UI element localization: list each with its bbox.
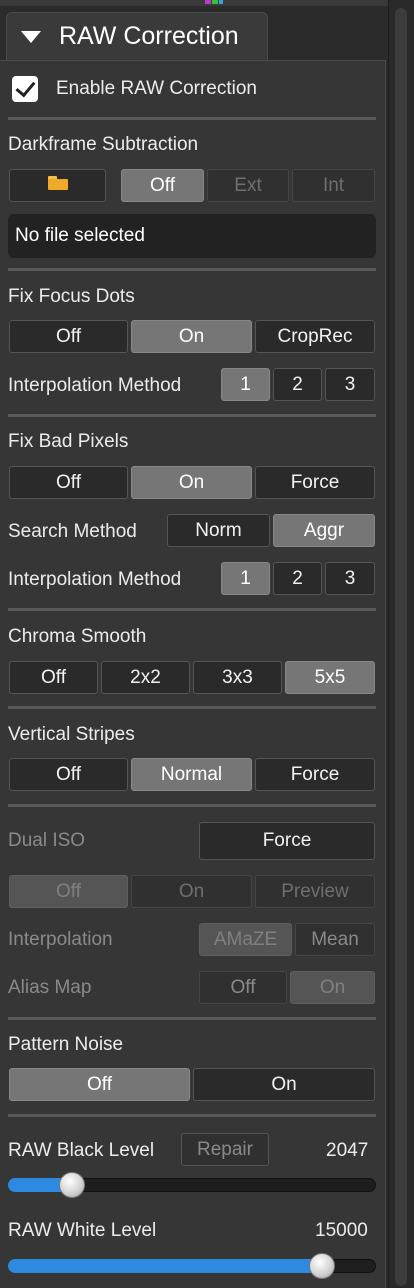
bad-pixels-interp-2-button[interactable]: 2 — [273, 562, 322, 595]
triangle-down-icon[interactable] — [21, 31, 41, 43]
focus-dots-off-button[interactable]: Off — [9, 320, 128, 353]
enable-raw-correction-checkbox[interactable] — [12, 76, 38, 102]
folder-icon — [48, 176, 68, 190]
separator — [8, 268, 376, 271]
separator — [8, 608, 376, 611]
separator — [8, 117, 376, 120]
chroma-off-button[interactable]: Off — [9, 661, 98, 694]
white-level-value: 15000 — [315, 1220, 368, 1241]
stripes-off-button[interactable]: Off — [9, 758, 128, 791]
alias-map-off-button[interactable]: Off — [199, 971, 287, 1004]
scrollbar[interactable] — [388, 0, 414, 1288]
focus-dots-interp-2-button[interactable]: 2 — [273, 368, 322, 401]
color-swatch — [205, 0, 211, 4]
bad-pixels-interp-label: Interpolation Method — [8, 569, 182, 590]
focus-dots-on-button[interactable]: On — [131, 320, 252, 353]
dual-iso-preview-button[interactable]: Preview — [255, 875, 375, 908]
checkmark-icon — [15, 76, 36, 98]
stripes-normal-button[interactable]: Normal — [131, 758, 252, 791]
vertical-stripes-title: Vertical Stripes — [8, 724, 135, 745]
chroma-5x5-button[interactable]: 5x5 — [285, 661, 375, 694]
color-swatch — [212, 0, 218, 4]
black-level-value: 2047 — [326, 1140, 369, 1161]
pattern-noise-title: Pattern Noise — [8, 1034, 124, 1055]
raw-correction-tab[interactable]: RAW Correction — [6, 12, 268, 60]
bad-pixels-interp-1-button[interactable]: 1 — [221, 562, 270, 595]
bad-pixels-title: Fix Bad Pixels — [8, 431, 129, 452]
separator — [8, 1114, 376, 1117]
darkframe-title: Darkframe Subtraction — [8, 134, 199, 155]
focus-dots-interp-3-button[interactable]: 3 — [325, 368, 375, 401]
darkframe-off-button[interactable]: Off — [121, 169, 204, 202]
white-level-slider-handle[interactable] — [308, 1253, 335, 1279]
focus-dots-croprec-button[interactable]: CropRec — [255, 320, 375, 353]
darkframe-ext-button[interactable]: Ext — [207, 169, 289, 202]
color-swatch — [219, 0, 223, 4]
bad-pixels-force-button[interactable]: Force — [255, 466, 375, 499]
chroma-3x3-button[interactable]: 3x3 — [193, 661, 282, 694]
bad-pixels-interp-3-button[interactable]: 3 — [325, 562, 375, 595]
dual-iso-title: Dual ISO — [8, 830, 86, 851]
dual-iso-force-button[interactable]: Force — [199, 822, 375, 860]
search-norm-button[interactable]: Norm — [167, 514, 270, 547]
search-method-label: Search Method — [8, 521, 137, 542]
dual-iso-off-button[interactable]: Off — [9, 875, 128, 908]
focus-dots-interp-label: Interpolation Method — [8, 375, 182, 396]
enable-label: Enable RAW Correction — [56, 78, 257, 99]
white-level-label: RAW White Level — [8, 1220, 157, 1241]
dual-iso-interp-label: Interpolation — [8, 929, 113, 950]
darkframe-int-button[interactable]: Int — [292, 169, 375, 202]
tab-title: RAW Correction — [59, 22, 239, 50]
white-level-slider-fill — [8, 1259, 322, 1273]
bad-pixels-on-button[interactable]: On — [131, 466, 252, 499]
separator — [8, 414, 376, 417]
focus-dots-interp-1-button[interactable]: 1 — [221, 368, 270, 401]
stripes-force-button[interactable]: Force — [255, 758, 375, 791]
dual-iso-amaze-button[interactable]: AMaZE — [199, 923, 292, 956]
separator — [8, 804, 376, 807]
pattern-on-button[interactable]: On — [193, 1068, 375, 1101]
search-aggr-button[interactable]: Aggr — [273, 514, 375, 547]
top-strip — [0, 0, 414, 6]
dual-iso-mean-button[interactable]: Mean — [295, 923, 375, 956]
separator — [8, 1017, 376, 1020]
chroma-smooth-title: Chroma Smooth — [8, 626, 147, 647]
repair-button[interactable]: Repair — [181, 1133, 269, 1166]
black-level-label: RAW Black Level — [8, 1140, 155, 1161]
bad-pixels-off-button[interactable]: Off — [9, 466, 128, 499]
alias-map-on-button[interactable]: On — [290, 971, 375, 1004]
dual-iso-on-button[interactable]: On — [131, 875, 252, 908]
pattern-off-button[interactable]: Off — [9, 1068, 190, 1101]
scrollbar-thumb[interactable] — [395, 8, 407, 1286]
chroma-2x2-button[interactable]: 2x2 — [101, 661, 190, 694]
alias-map-label: Alias Map — [8, 977, 92, 998]
separator — [8, 706, 376, 709]
darkframe-file-status: No file selected — [8, 214, 376, 258]
focus-dots-title: Fix Focus Dots — [8, 286, 135, 307]
